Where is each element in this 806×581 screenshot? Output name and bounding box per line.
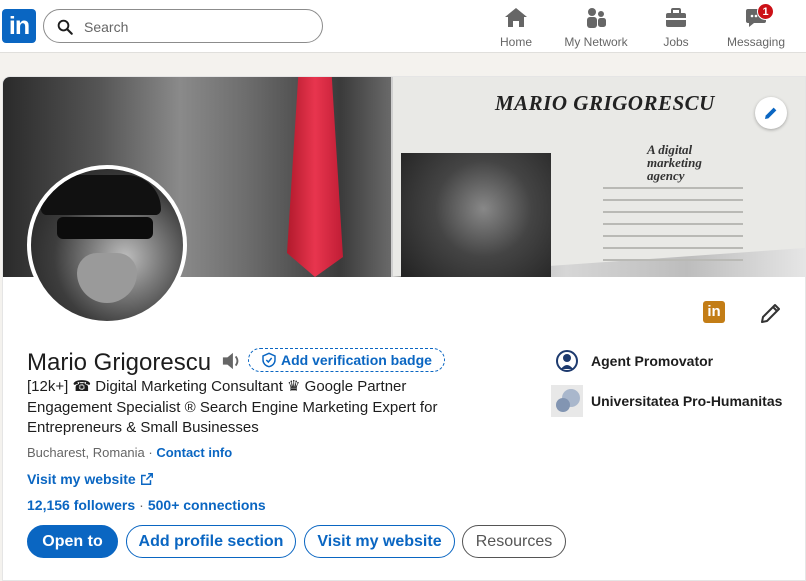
- nav-jobs-label: Jobs: [663, 35, 689, 49]
- connections-link[interactable]: 500+ connections: [148, 497, 266, 513]
- shield-check-icon: [262, 352, 276, 368]
- newspaper-text-line: [603, 211, 743, 213]
- newspaper-photo: [401, 153, 551, 277]
- verification-label: Add verification badge: [281, 352, 432, 368]
- add-profile-section-button[interactable]: Add profile section: [126, 525, 296, 558]
- add-verification-badge-button[interactable]: Add verification badge: [248, 348, 445, 372]
- profile-headline: [12k+] ☎ Digital Marketing Consultant ♛ …: [27, 378, 438, 436]
- company-logo-icon[interactable]: in: [703, 301, 725, 323]
- location-line: Bucharest, Romania · Contact info: [27, 445, 232, 460]
- external-link-icon: [140, 473, 153, 485]
- newspaper-text-line: [603, 247, 743, 249]
- speaker-icon[interactable]: [221, 351, 243, 371]
- school-logo: [551, 385, 583, 417]
- profile-photo[interactable]: [27, 165, 187, 325]
- company-logo: [556, 350, 578, 372]
- education-school[interactable]: Universitatea Pro-Humanitas: [551, 385, 791, 417]
- newspaper-subtitle: A digital marketing agency: [647, 142, 702, 183]
- newspaper-text-line: [603, 223, 743, 225]
- school-name: Universitatea Pro-Humanitas: [591, 393, 783, 409]
- website-link-label: Visit my website: [27, 471, 136, 487]
- newspaper-text-line: [603, 199, 743, 201]
- newspaper-text-line: [603, 259, 743, 261]
- edit-banner-button[interactable]: [755, 97, 787, 129]
- notification-badge: 1: [757, 3, 774, 20]
- separator: ·: [144, 445, 157, 460]
- pencil-icon: [761, 304, 780, 323]
- search-input[interactable]: [84, 16, 304, 38]
- profile-name: Mario Grigorescu: [27, 349, 212, 376]
- search-box[interactable]: [43, 9, 323, 43]
- avatar-beard: [77, 253, 137, 303]
- home-icon: [505, 8, 527, 27]
- newspaper-text-line: [603, 187, 743, 189]
- contact-info-link[interactable]: Contact info: [156, 445, 232, 460]
- avatar-glasses: [57, 217, 153, 239]
- location-text: Bucharest, Romania: [27, 445, 145, 460]
- company-name: Agent Promovator: [591, 353, 714, 369]
- nav-jobs[interactable]: Jobs: [660, 6, 692, 50]
- top-navigation-bar: in Home My Network Jobs 1 Messaging: [0, 0, 806, 53]
- network-icon: [587, 8, 606, 28]
- briefcase-icon: [666, 8, 686, 27]
- open-to-button[interactable]: Open to: [27, 525, 118, 558]
- nav-messaging-label: Messaging: [726, 35, 786, 49]
- newspaper-text-line: [603, 235, 743, 237]
- newspaper-title: MARIO GRIGORESCU: [495, 91, 715, 115]
- avatar-hat: [41, 175, 161, 215]
- nav-messaging[interactable]: 1 Messaging: [726, 3, 786, 50]
- nav-my-network-label: My Network: [564, 35, 628, 49]
- nav-home-label: Home: [499, 35, 532, 49]
- website-link[interactable]: Visit my website: [27, 471, 154, 487]
- current-company[interactable]: Agent Promovator: [551, 345, 791, 377]
- search-icon: [57, 19, 73, 35]
- nav-my-network[interactable]: My Network: [562, 6, 630, 50]
- linkedin-logo[interactable]: in: [2, 9, 36, 43]
- pencil-icon: [765, 107, 777, 119]
- banner-tie-graphic: [287, 77, 343, 277]
- edit-intro-button[interactable]: [759, 301, 783, 330]
- nav-home[interactable]: Home: [497, 6, 535, 50]
- resources-button[interactable]: Resources: [462, 525, 566, 558]
- profile-card: MARIO GRIGORESCU A digital marketing age…: [2, 76, 806, 581]
- visit-my-website-button[interactable]: Visit my website: [304, 525, 455, 558]
- followers-line: 12,156 followers · 500+ connections: [27, 497, 266, 513]
- followers-link[interactable]: 12,156 followers: [27, 497, 135, 513]
